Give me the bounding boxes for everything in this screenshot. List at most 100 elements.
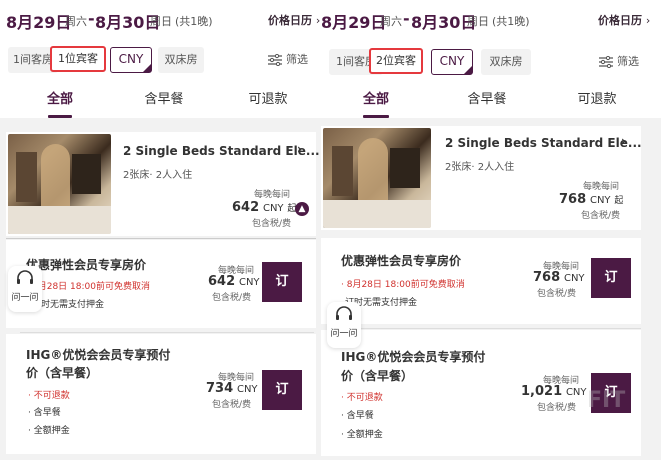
- filter-label: 筛选: [617, 55, 639, 68]
- chevron-right-icon[interactable]: ›: [621, 134, 626, 148]
- tax-note: 包含税/费: [212, 400, 252, 410]
- tab-refundable[interactable]: 可退款: [573, 82, 621, 118]
- divider: [341, 328, 641, 329]
- chevron-right-icon: ›: [315, 14, 321, 27]
- collapse-chevron-icon[interactable]: ▲: [295, 202, 309, 216]
- rate-title: 优惠弹性会员专享房价: [26, 258, 147, 272]
- ask-chat-button[interactable]: 问一问: [327, 302, 361, 348]
- book-button[interactable]: 订: [262, 370, 302, 410]
- tax-note: 包含税/费: [537, 289, 577, 299]
- rate-title-line1: IHG®优悦会会员专享预付: [26, 348, 171, 362]
- tab-active-indicator: [363, 115, 389, 118]
- filter-bar: 1间客房 2位宾客 CNY 双床房 筛选: [321, 42, 661, 82]
- right-screenshot: 8月29日 周六 - 8月30日 周日 (共1晚) 价格日历 › 1间客房 2位…: [321, 0, 661, 460]
- price-calendar-label: 价格日历: [598, 14, 642, 27]
- rate-card-1[interactable]: 优惠弹性会员专享房价 · 8月28日 18:00前可免费取消 订时无需支付押金 …: [321, 238, 641, 324]
- filter-button[interactable]: 筛选: [268, 47, 308, 73]
- rate-title-line1: IHG®优悦会会员专享预付: [341, 350, 486, 364]
- cancel-policy: · 8月28日 18:00前可免费取消: [341, 280, 465, 290]
- price-calendar-link[interactable]: 价格日历 ›: [268, 12, 320, 28]
- tab-active-indicator: [48, 115, 72, 118]
- filter-label: 筛选: [286, 53, 308, 66]
- headset-icon: [17, 270, 33, 284]
- rate-price: 768 CNY: [533, 270, 585, 285]
- tab-all[interactable]: 全部: [353, 82, 399, 118]
- nights-count: (共1晚): [175, 15, 213, 28]
- tax-note: 包含税/费: [581, 211, 621, 221]
- price-unit-label: 每晚每间: [583, 182, 620, 192]
- checkin-weekday: 周六: [65, 15, 87, 28]
- price-calendar-label: 价格日历: [268, 14, 312, 27]
- watermark: FIT: [587, 388, 626, 413]
- ask-label: 问一问: [330, 329, 358, 339]
- deposit-note: 订时无需支付押金: [32, 300, 105, 310]
- filter-icon: [268, 53, 282, 67]
- tax-note: 包含税/费: [252, 219, 292, 229]
- tax-note: 包含税/费: [537, 403, 577, 413]
- headset-icon: [336, 306, 352, 320]
- checkin-date[interactable]: 8月29日: [321, 9, 386, 33]
- rate-title-line2: 价（含早餐）: [341, 369, 414, 383]
- tab-all[interactable]: 全部: [38, 82, 82, 118]
- cancel-policy: 8月28日 18:00前可免费取消: [32, 282, 150, 292]
- room-price: 642 CNY 起: [232, 200, 297, 215]
- date-bar[interactable]: 8月29日 周六 - 8月30日 周日 (共1晚) 价格日历 ›: [0, 0, 321, 42]
- tab-bar: 全部 含早餐 可退款: [0, 82, 321, 118]
- filter-bar: 1间客房 1位宾客 CNY 双床房 筛选: [0, 42, 321, 82]
- room-card[interactable]: 2 Single Beds Standard Ele... › 2张床· 2人入…: [6, 132, 320, 236]
- checkin-weekday: 周六: [380, 15, 402, 28]
- chevron-right-icon[interactable]: ›: [297, 142, 302, 156]
- breakfast-note: · 含早餐: [28, 408, 61, 418]
- rate-price: 1,021 CNY: [521, 384, 587, 399]
- filter-button[interactable]: 筛选: [599, 49, 639, 75]
- divider: [20, 332, 314, 333]
- deposit-note: · 全额押金: [341, 430, 383, 440]
- tab-breakfast[interactable]: 含早餐: [463, 82, 511, 118]
- rate-price: 642 CNY: [208, 274, 260, 289]
- currency-selector[interactable]: CNY: [431, 49, 473, 75]
- refund-policy: · 不可退款: [28, 391, 70, 401]
- date-bar[interactable]: 8月29日 周六 - 8月30日 周日 (共1晚) 价格日历 ›: [321, 0, 661, 42]
- room-photo[interactable]: [323, 128, 431, 228]
- rate-card-2[interactable]: IHG®优悦会会员专享预付 价（含早餐） · 不可退款 · 含早餐 · 全额押金…: [6, 334, 316, 454]
- book-button[interactable]: 订: [262, 262, 302, 302]
- rate-card-1[interactable]: 优惠弹性会员专享房价 8月28日 18:00前可免费取消 订时无需支付押金 每晚…: [6, 240, 316, 328]
- room-beds-guests: 2张床· 2人入住: [123, 170, 193, 181]
- guests-selector[interactable]: 1位宾客: [50, 46, 106, 72]
- ask-chat-button[interactable]: 问一问: [8, 266, 42, 312]
- book-button[interactable]: 订: [591, 258, 631, 298]
- checkin-date[interactable]: 8月29日: [6, 9, 71, 33]
- room-beds-guests: 2张床· 2人入住: [445, 162, 515, 173]
- price-unit-label: 每晚每间: [254, 190, 291, 200]
- nights-count: (共1晚): [492, 15, 530, 28]
- divider: [6, 238, 316, 239]
- checkout-weekday: 周日: [150, 15, 172, 28]
- room-title[interactable]: 2 Single Beds Standard Ele...: [445, 136, 642, 150]
- guests-selector[interactable]: 2位宾客: [369, 48, 423, 74]
- breakfast-note: · 含早餐: [341, 411, 374, 421]
- deposit-note: · 全额押金: [28, 426, 70, 436]
- tab-breakfast[interactable]: 含早餐: [140, 82, 188, 118]
- tax-note: 包含税/费: [212, 293, 252, 303]
- tab-refundable[interactable]: 可退款: [244, 82, 292, 118]
- chevron-right-icon: ›: [645, 14, 651, 27]
- checkout-weekday: 周日: [467, 15, 489, 28]
- room-price: 768 CNY 起: [559, 192, 624, 207]
- date-dash: -: [88, 9, 95, 28]
- rate-title-line2: 价（含早餐）: [26, 366, 99, 380]
- bed-type-filter[interactable]: 双床房: [158, 47, 204, 73]
- date-dash: -: [403, 9, 410, 28]
- tab-bar: 全部 含早餐 可退款: [321, 82, 661, 118]
- rate-price: 734 CNY: [206, 381, 258, 396]
- room-title[interactable]: 2 Single Beds Standard Ele...: [123, 144, 320, 158]
- currency-selector[interactable]: CNY: [110, 47, 152, 73]
- rate-title: 优惠弹性会员专享房价: [341, 254, 462, 268]
- price-calendar-link[interactable]: 价格日历 ›: [598, 12, 650, 28]
- bed-type-filter[interactable]: 双床房: [481, 49, 531, 75]
- left-screenshot: 8月29日 周六 - 8月30日 周日 (共1晚) 价格日历 › 1间客房 1位…: [0, 0, 321, 460]
- room-photo[interactable]: [8, 134, 111, 234]
- refund-policy: · 不可退款: [341, 393, 383, 403]
- room-card[interactable]: 2 Single Beds Standard Ele... › 2张床· 2人入…: [321, 126, 642, 230]
- filter-icon: [599, 55, 613, 69]
- ask-label: 问一问: [11, 293, 39, 303]
